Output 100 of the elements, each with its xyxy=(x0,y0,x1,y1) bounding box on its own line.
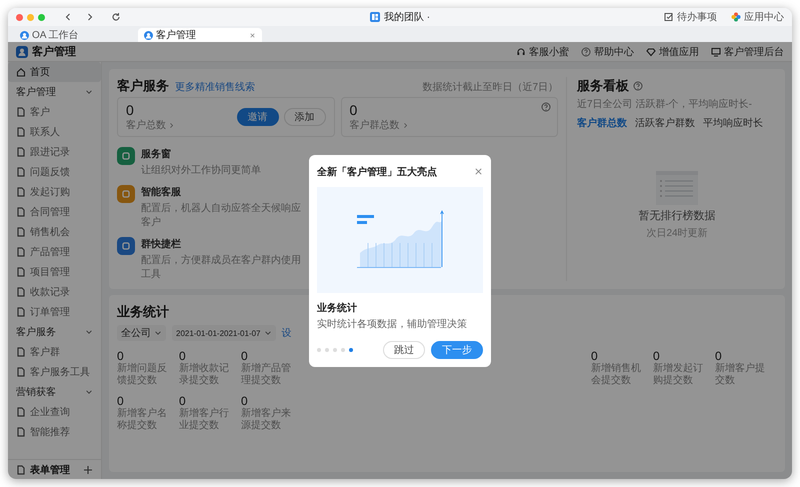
caret-right-icon xyxy=(168,122,175,128)
stat-value: 0 xyxy=(653,349,660,363)
monitor-icon xyxy=(711,46,721,56)
maximize-window-icon[interactable] xyxy=(38,14,45,20)
stat-label: 新增产品管理提交数 xyxy=(241,363,292,386)
board-tab[interactable]: 平均响应时长 xyxy=(703,116,763,130)
stat-label: 客户群总数 xyxy=(350,118,400,132)
help-icon xyxy=(581,46,591,56)
stat-label: 客户总数 xyxy=(126,118,166,132)
grid-app-icon xyxy=(370,12,380,22)
sidebar-item[interactable]: 收款记录 xyxy=(8,282,101,302)
stat-label: 新增客户行业提交数 xyxy=(179,408,230,431)
header-link[interactable]: 增值应用 xyxy=(646,44,699,58)
app-title: 客户管理 xyxy=(32,44,76,59)
sidebar-item[interactable]: 客户群 xyxy=(8,342,101,362)
step-dot[interactable] xyxy=(325,348,329,352)
stat-value: 0 xyxy=(241,394,248,408)
minimize-window-icon[interactable] xyxy=(27,14,34,20)
stat-value: 0 xyxy=(241,349,248,363)
header-link[interactable]: 客户管理后台 xyxy=(711,44,784,58)
person-badge-icon xyxy=(16,46,28,58)
close-window-icon[interactable] xyxy=(16,14,23,20)
browser-tab[interactable]: OA 工作台 xyxy=(14,28,138,42)
action-button[interactable]: 邀请 xyxy=(236,108,278,126)
header-link[interactable]: 客服小蜜 xyxy=(516,44,569,58)
sidebar-item[interactable]: 客户服务工具 xyxy=(8,362,101,382)
sidebar-item[interactable]: 订单管理 xyxy=(8,302,101,322)
stat-label: 新增客户提交数 xyxy=(715,363,766,386)
sidebar-item[interactable]: 发起订购 xyxy=(8,182,101,202)
action-button[interactable]: 添加 xyxy=(284,108,326,126)
caret-down-icon xyxy=(264,329,272,337)
sidebar-item[interactable]: 销售机会 xyxy=(8,222,101,242)
headset-icon xyxy=(516,46,526,56)
board-tab[interactable]: 客户群总数 xyxy=(577,116,627,130)
step-dot[interactable] xyxy=(317,348,321,352)
help-icon xyxy=(541,102,551,112)
filter-dropdown[interactable]: 全公司 xyxy=(117,325,166,341)
stat-label: 新增客户来源提交数 xyxy=(241,408,292,431)
sidebar-group[interactable]: 客户管理 xyxy=(8,82,101,102)
header-link[interactable]: 帮助中心 xyxy=(581,44,634,58)
sidebar-item[interactable]: 智能推荐 xyxy=(8,422,101,442)
stat-label: 新增发起订购提交数 xyxy=(653,363,704,386)
board-title: 服务看板 xyxy=(577,77,629,95)
feature-title: 智能客服 xyxy=(141,185,182,199)
filter-dropdown[interactable]: 2021-01-01-2021-01-07 xyxy=(172,325,276,341)
sidebar-item[interactable]: 问题反馈 xyxy=(8,162,101,182)
step-dot[interactable] xyxy=(341,348,345,352)
close-icon xyxy=(474,167,483,176)
empty-list-drawing xyxy=(656,171,698,205)
dialog-button[interactable]: 下一步 xyxy=(431,340,483,358)
close-icon xyxy=(249,32,256,38)
empty-subtitle: 次日24时更新 xyxy=(646,226,708,240)
toolbar-link[interactable]: 待办事项 xyxy=(664,10,717,24)
data-note: 数据统计截止至昨日（近7日） xyxy=(422,80,558,94)
toolbar-link[interactable]: 应用中心 xyxy=(731,10,784,24)
browser-tab[interactable]: 客户管理 xyxy=(138,28,262,42)
sidebar-item[interactable]: 合同管理 xyxy=(8,202,101,222)
stat-label: 新增销售机会提交数 xyxy=(591,363,642,386)
feature-title: 群快捷栏 xyxy=(141,238,182,251)
stat-value: 0 xyxy=(126,102,135,118)
sidebar-item[interactable]: 项目管理 xyxy=(8,262,101,282)
sidebar-group[interactable]: 营销获客 xyxy=(8,382,101,402)
sidebar-group[interactable]: 客户服务 xyxy=(8,322,101,342)
feature-icon[interactable] xyxy=(117,147,135,165)
close-button[interactable] xyxy=(474,167,483,176)
diamond-icon xyxy=(646,46,656,56)
caret-down-icon xyxy=(85,328,93,336)
person-circle-icon xyxy=(20,30,29,40)
reload-icon xyxy=(111,12,121,22)
sidebar-item[interactable]: 客户 xyxy=(8,102,101,122)
dialog-button[interactable]: 跳过 xyxy=(383,340,425,358)
board-tab[interactable]: 活跃客户群数 xyxy=(635,116,695,130)
sidebar-item[interactable]: 企业查询 xyxy=(8,402,101,422)
person-circle-icon xyxy=(144,30,153,40)
step-dot[interactable] xyxy=(333,348,337,352)
feature-title: 服务窗 xyxy=(141,148,172,161)
help-icon xyxy=(633,81,643,91)
feature-icon[interactable] xyxy=(117,185,135,203)
window-title: 我的团队 · xyxy=(384,10,430,24)
sidebar-item[interactable]: 联系人 xyxy=(8,122,101,142)
feature-description: 实时统计各项数据，辅助管理决策 xyxy=(317,318,468,330)
leads-link[interactable]: 更多精准销售线索 xyxy=(175,80,255,94)
sidebar-item[interactable]: 首页 xyxy=(8,62,101,82)
empty-title: 暂无排行榜数据 xyxy=(638,209,716,223)
stat-value: 0 xyxy=(591,349,598,363)
stat-value: 0 xyxy=(179,394,186,408)
sidebar-footer-label[interactable]: 表单管理 xyxy=(30,462,79,476)
sidebar-item[interactable]: 跟进记录 xyxy=(8,142,101,162)
feature-description: 配置后，机器人自动应答全天候响应客户 xyxy=(141,202,301,229)
feature-description: 配置后，方便群成员在客户群内使用工具 xyxy=(141,254,301,281)
feature-icon[interactable] xyxy=(117,237,135,255)
checklist-icon xyxy=(664,12,674,22)
stat-value: 0 xyxy=(117,349,124,363)
home-icon xyxy=(16,67,26,77)
settings-link[interactable]: 设 xyxy=(282,326,292,340)
step-dot[interactable] xyxy=(349,348,353,352)
caret-down-icon xyxy=(85,88,93,96)
stat-value: 0 xyxy=(715,349,722,363)
sidebar-item[interactable]: 产品管理 xyxy=(8,242,101,262)
caret-down-icon xyxy=(154,329,162,337)
